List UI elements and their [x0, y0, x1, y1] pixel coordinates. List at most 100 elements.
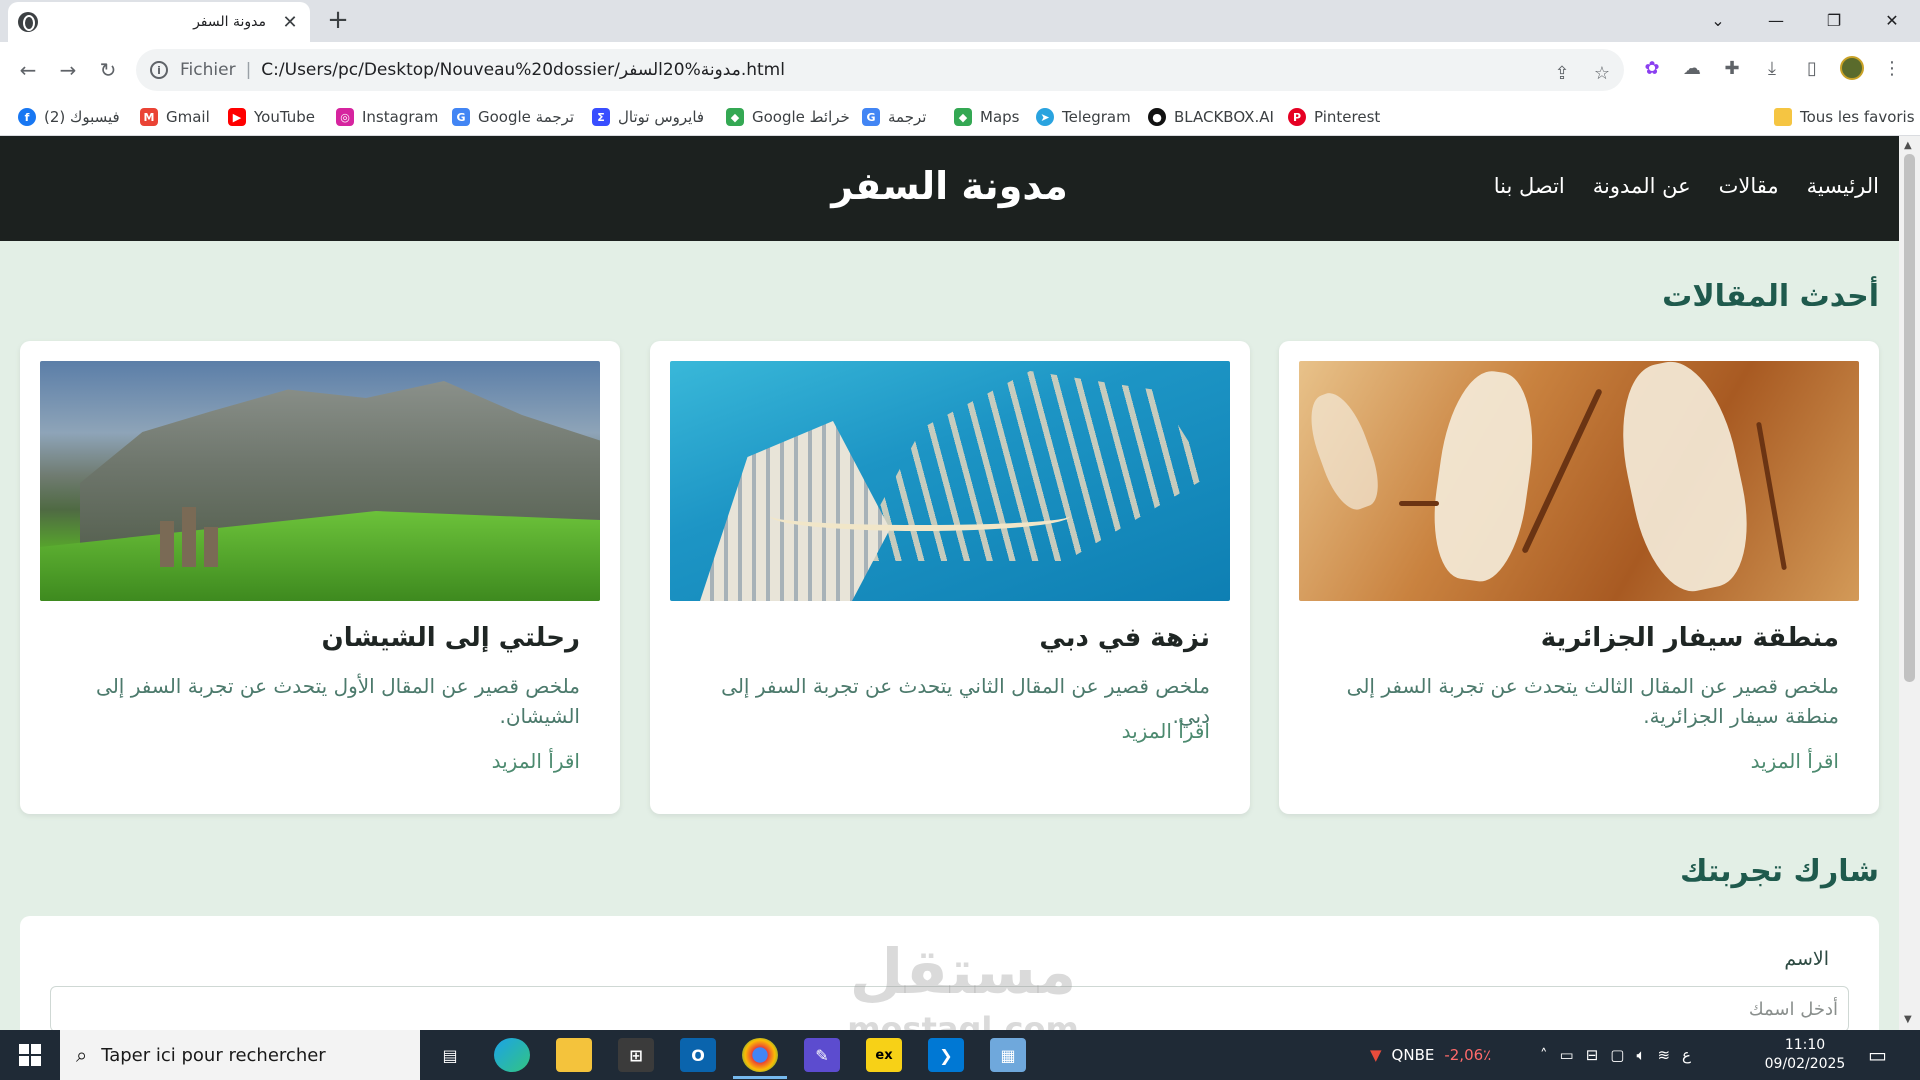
nav-about-link[interactable]: عن المدونة: [1593, 174, 1691, 198]
search-icon: ⌕: [76, 1043, 88, 1067]
bookmark-google-translate[interactable]: G Google ترجمة: [452, 106, 574, 128]
start-button[interactable]: [0, 1030, 60, 1080]
back-icon[interactable]: ←: [12, 54, 44, 86]
address-bar[interactable]: i Fichier | C:/Users/pc/Desktop/Nouveau%…: [136, 49, 1624, 91]
volume-icon[interactable]: 🔈︎: [1636, 1046, 1645, 1064]
scroll-up-icon[interactable]: ▲: [1904, 140, 1912, 151]
search-placeholder: Taper ici pour rechercher: [101, 1044, 326, 1066]
new-tab-button[interactable]: +: [324, 6, 352, 34]
close-tab-icon[interactable]: ✕: [280, 12, 300, 33]
google-maps-icon: ◆: [726, 108, 744, 126]
bookmark-telegram[interactable]: ➤ Telegram: [1036, 106, 1131, 128]
article-image-dubai: [670, 361, 1230, 601]
download-icon[interactable]: ⤓: [1758, 54, 1786, 82]
bookmark-pinterest[interactable]: P Pinterest: [1288, 106, 1380, 128]
side-panel-icon[interactable]: ▯: [1798, 54, 1826, 82]
globe-icon: [18, 12, 38, 32]
share-icon[interactable]: ⇪: [1546, 57, 1578, 89]
article-image-chechnya: [40, 361, 600, 601]
bookmark-label: (2) فيسبوك: [44, 108, 120, 126]
edge-icon[interactable]: [494, 1038, 530, 1072]
restore-button[interactable]: ❐: [1806, 0, 1862, 40]
site-nav: الرئيسية مقالات عن المدونة اتصل بنا: [1494, 174, 1879, 198]
battery-icon[interactable]: ▢: [1610, 1046, 1624, 1064]
article-card: رحلتي إلى الشيشان ملخص قصير عن المقال ال…: [20, 341, 620, 814]
read-more-link[interactable]: اقرأ المزيد: [1122, 719, 1210, 743]
profile-avatar[interactable]: [1838, 54, 1866, 82]
store-icon[interactable]: ⊞: [618, 1038, 654, 1072]
notifications-icon[interactable]: ▭: [1868, 1030, 1887, 1080]
youtube-icon: ▶: [228, 108, 246, 126]
minimize-button[interactable]: —: [1748, 0, 1804, 40]
wifi-icon[interactable]: ≋: [1657, 1046, 1670, 1064]
page-scrollbar[interactable]: ▲ ▼: [1899, 136, 1920, 1030]
site-info-icon[interactable]: i: [150, 61, 168, 79]
bookmark-maps[interactable]: ◆ Maps: [954, 106, 1019, 128]
article-summary: ملخص قصير عن المقال الأول يتحدث عن تجربة…: [96, 674, 580, 728]
watermark-logo: مستقل: [849, 935, 1077, 1008]
article-title[interactable]: منطقة سيفار الجزائرية: [1541, 623, 1839, 653]
instagram-icon: ◎: [336, 108, 354, 126]
facebook-icon: f: [18, 108, 36, 126]
bookmark-label: Instagram: [362, 108, 439, 126]
bookmark-instagram[interactable]: ◎ Instagram: [336, 106, 438, 128]
browser-tab[interactable]: مدونة السفر ✕: [8, 2, 310, 42]
tab-search-button[interactable]: ⌄: [1690, 0, 1746, 40]
bookmark-label: Tous les favoris: [1800, 108, 1915, 126]
paint-icon[interactable]: ✎: [804, 1038, 840, 1072]
article-title[interactable]: رحلتي إلى الشيشان: [322, 623, 580, 653]
article-card: نزهة في دبي ملخص قصير عن المقال الثاني ي…: [650, 341, 1250, 814]
network-device-icon[interactable]: ⊟: [1586, 1046, 1599, 1064]
nav-home-link[interactable]: الرئيسية: [1807, 174, 1879, 198]
system-clock[interactable]: 11:10 09/02/2025: [1755, 1036, 1855, 1074]
forward-icon[interactable]: →: [52, 54, 84, 86]
reload-icon[interactable]: ↻: [92, 54, 124, 86]
bookmark-star-icon[interactable]: ☆: [1586, 57, 1618, 89]
nav-articles-link[interactable]: مقالات: [1719, 174, 1779, 198]
stock-widget[interactable]: ▼ QNBE -2,06٪: [1370, 1030, 1491, 1080]
bookmark-label: Maps: [980, 108, 1020, 126]
article-summary: ملخص قصير عن المقال الثالث يتحدث عن تجرب…: [1346, 674, 1839, 728]
bookmark-facebook[interactable]: f (2) فيسبوك: [18, 106, 120, 128]
bookmark-translate[interactable]: G ترجمة: [862, 106, 926, 128]
google-translate-icon: G: [452, 108, 470, 126]
stock-trend-icon: ▼: [1370, 1046, 1382, 1064]
device-icon[interactable]: ▭: [1560, 1046, 1574, 1064]
file-explorer-icon[interactable]: [556, 1038, 592, 1072]
scroll-down-icon[interactable]: ▼: [1904, 1014, 1912, 1025]
scrollbar-thumb[interactable]: [1904, 154, 1915, 682]
extension-brain-icon[interactable]: ☁: [1678, 54, 1706, 82]
url-scheme: Fichier: [180, 60, 236, 80]
task-view-icon[interactable]: ▤: [432, 1038, 468, 1072]
telegram-icon: ➤: [1036, 108, 1054, 126]
translate-icon: G: [862, 108, 880, 126]
taskbar-search[interactable]: ⌕ Taper ici pour rechercher: [60, 1030, 420, 1080]
site-header: مدونة السفر الرئيسية مقالات عن المدونة ا…: [0, 136, 1899, 241]
bookmark-label: YouTube: [254, 108, 315, 126]
bookmark-virustotal[interactable]: Σ فايروس توتال: [592, 106, 704, 128]
vscode-icon[interactable]: ❯: [928, 1038, 964, 1072]
bookmark-youtube[interactable]: ▶ YouTube: [228, 106, 315, 128]
read-more-link[interactable]: اقرأ المزيد: [1751, 749, 1839, 773]
clock-date: 09/02/2025: [1764, 1056, 1846, 1072]
bookmark-gmail[interactable]: M Gmail: [140, 106, 210, 128]
nav-contact-link[interactable]: اتصل بنا: [1494, 174, 1565, 198]
bookmark-google-maps[interactable]: ◆ Google خرائط: [726, 106, 850, 128]
exchange-app-icon[interactable]: ex: [866, 1038, 902, 1072]
url-text: C:/Users/pc/Desktop/Nouveau%20dossier/مد…: [261, 60, 785, 80]
extensions-puzzle-icon[interactable]: ✚: [1718, 54, 1746, 82]
read-more-link[interactable]: اقرأ المزيد: [492, 749, 580, 773]
bookmark-blackbox[interactable]: ● BLACKBOX.AI: [1148, 106, 1274, 128]
article-title[interactable]: نزهة في دبي: [1039, 623, 1210, 653]
notepad-icon[interactable]: ▦: [990, 1038, 1026, 1072]
stock-name: QNBE: [1391, 1046, 1435, 1064]
article-image-sefar: [1299, 361, 1859, 601]
all-bookmarks-folder[interactable]: Tous les favoris: [1774, 106, 1915, 128]
show-hidden-icons-icon[interactable]: ˄: [1540, 1046, 1548, 1064]
chrome-icon[interactable]: [742, 1038, 778, 1072]
menu-icon[interactable]: ⋮: [1878, 54, 1906, 82]
input-language[interactable]: ع: [1682, 1046, 1691, 1064]
extension-copilot-icon[interactable]: ✿: [1638, 54, 1666, 82]
outlook-icon[interactable]: O: [680, 1038, 716, 1072]
close-window-button[interactable]: ✕: [1864, 0, 1920, 40]
